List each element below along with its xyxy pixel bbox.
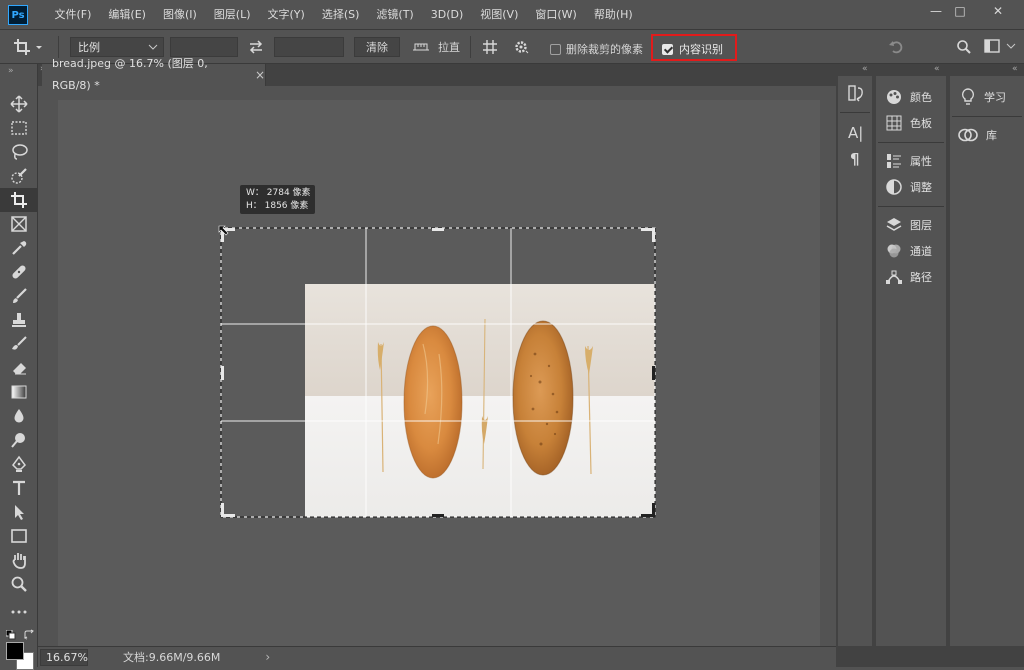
character-panel-icon[interactable]: A|	[848, 124, 863, 142]
panel-divider	[840, 112, 870, 113]
paths-panel-tab[interactable]: 路径	[886, 264, 932, 290]
adjustments-icon	[886, 179, 902, 195]
crop-height-readout: H： 1856 像素	[246, 201, 309, 211]
adjustments-panel-label: 调整	[910, 181, 932, 194]
status-menu-arrow[interactable]: ›	[265, 650, 270, 664]
swatches-grid-icon	[886, 115, 902, 131]
crop-width-readout: W： 2784 像素	[246, 188, 311, 198]
paths-panel-label: 路径	[910, 271, 932, 284]
panel-column-1: 颜色 色板 属性 调整 图层 通道 路径	[876, 76, 946, 646]
crop-grid-lines	[221, 228, 655, 517]
panel-divider	[878, 206, 944, 207]
libraries-icon	[958, 128, 978, 142]
crop-handles-light	[221, 228, 655, 517]
learn-panel-label: 学习	[984, 91, 1006, 104]
dock-collapse-icon[interactable]: «	[1012, 64, 1018, 74]
channels-panel-tab[interactable]: 通道	[886, 238, 932, 264]
palette-icon	[887, 90, 901, 104]
panel-divider	[878, 142, 944, 143]
dock-collapse-icon[interactable]: «	[862, 64, 868, 74]
history-panel-icon[interactable]	[848, 84, 864, 105]
color-panel-tab[interactable]: 颜色	[886, 84, 932, 110]
lightbulb-icon	[961, 88, 975, 105]
paths-icon	[886, 270, 902, 284]
panel-column-2: 学习 库	[950, 76, 1024, 646]
layers-panel-tab[interactable]: 图层	[886, 212, 932, 238]
document-size-info[interactable]: 文档:9.66M/9.66M	[123, 649, 220, 665]
color-panel-label: 颜色	[910, 91, 932, 104]
libraries-panel-tab[interactable]: 库	[958, 122, 997, 148]
zoom-level-field[interactable]: 16.67%	[40, 648, 88, 666]
learn-panel-tab[interactable]: 学习	[960, 84, 1006, 110]
layers-icon	[886, 218, 902, 231]
crop-box-border	[220, 227, 656, 518]
dock-collapse-icon[interactable]: «	[934, 64, 940, 74]
properties-panel-tab[interactable]: 属性	[886, 148, 932, 174]
swatches-panel-tab[interactable]: 色板	[886, 110, 932, 136]
crop-size-tooltip: W： 2784 像素 H： 1856 像素	[240, 185, 315, 214]
channels-panel-label: 通道	[910, 245, 932, 258]
libraries-panel-label: 库	[986, 129, 997, 142]
panel-divider	[952, 116, 1022, 117]
icon-panel-column: A| ¶	[838, 76, 872, 646]
swatches-panel-label: 色板	[910, 117, 932, 130]
status-bar: 16.67% 文档:9.66M/9.66M ›	[38, 646, 836, 667]
properties-icon	[887, 154, 901, 168]
properties-panel-label: 属性	[910, 155, 932, 168]
adjustments-panel-tab[interactable]: 调整	[886, 174, 932, 200]
layers-panel-label: 图层	[910, 219, 932, 232]
channels-icon	[887, 244, 901, 258]
crop-handles-dark	[432, 366, 655, 517]
crop-box-marching-ants	[220, 227, 656, 518]
paragraph-panel-icon[interactable]: ¶	[850, 150, 860, 168]
